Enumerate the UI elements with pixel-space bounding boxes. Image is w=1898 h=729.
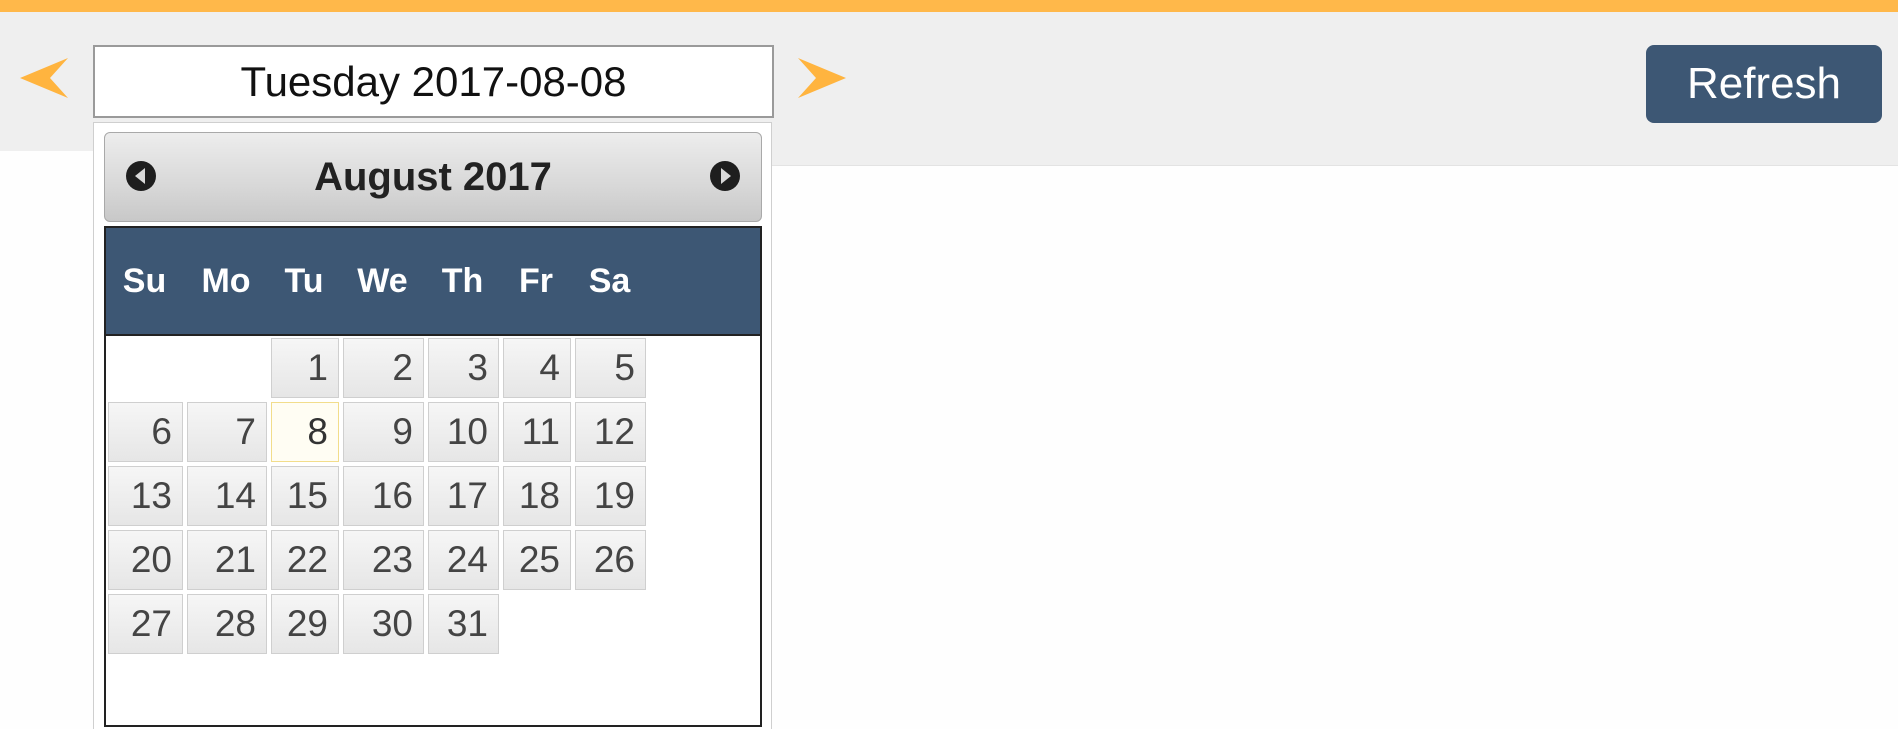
calendar-day-10[interactable]: 10 bbox=[428, 402, 499, 462]
calendar-day-22[interactable]: 22 bbox=[271, 530, 339, 590]
page: Refresh August 2017 SuMoTuWeThFrSa 12345… bbox=[0, 0, 1898, 729]
weekday-su: Su bbox=[122, 261, 167, 300]
calendar-day-14[interactable]: 14 bbox=[187, 466, 267, 526]
calendar-day-3[interactable]: 3 bbox=[428, 338, 499, 398]
weekday-header-row: Su Mo Tu We Th Fr Sa bbox=[106, 228, 760, 336]
date-input[interactable] bbox=[93, 45, 774, 118]
calendar-day-13[interactable]: 13 bbox=[108, 466, 183, 526]
calendar-day-26[interactable]: 26 bbox=[575, 530, 646, 590]
weekday-th: Th bbox=[441, 261, 484, 300]
calendar-day-5[interactable]: 5 bbox=[575, 338, 646, 398]
calendar-day-15[interactable]: 15 bbox=[271, 466, 339, 526]
calendar-day-17[interactable]: 17 bbox=[428, 466, 499, 526]
calendar-day-7[interactable]: 7 bbox=[187, 402, 267, 462]
calendar-day-28[interactable]: 28 bbox=[187, 594, 267, 654]
datepicker-header: August 2017 bbox=[104, 132, 762, 222]
datepicker-month-title: August 2017 bbox=[314, 154, 552, 199]
circle-arrow-right-icon[interactable] bbox=[709, 160, 741, 192]
calendar-day-30[interactable]: 30 bbox=[343, 594, 424, 654]
circle-arrow-left-icon[interactable] bbox=[125, 160, 157, 192]
calendar-day-4[interactable]: 4 bbox=[503, 338, 571, 398]
calendar-day-24[interactable]: 24 bbox=[428, 530, 499, 590]
arrow-left-icon[interactable] bbox=[20, 58, 68, 98]
calendar-day-29[interactable]: 29 bbox=[271, 594, 339, 654]
refresh-button[interactable]: Refresh bbox=[1646, 45, 1882, 123]
calendar-day-18[interactable]: 18 bbox=[503, 466, 571, 526]
calendar-day-31[interactable]: 31 bbox=[428, 594, 499, 654]
top-accent-bar bbox=[0, 0, 1898, 12]
datepicker-popup: August 2017 Su Mo Tu We Th Fr Sa 1 2 3 4 5 6 7 8 9 10 11… bbox=[93, 122, 772, 729]
calendar-day-23[interactable]: 23 bbox=[343, 530, 424, 590]
calendar-day-21[interactable]: 21 bbox=[187, 530, 267, 590]
datepicker-calendar: Su Mo Tu We Th Fr Sa 1 2 3 4 5 6 7 8 9 10 11 12 13 14 15 16 17… bbox=[104, 226, 762, 727]
weekday-we: We bbox=[357, 261, 408, 300]
weekday-fr: Fr bbox=[519, 261, 553, 300]
calendar-day-6[interactable]: 6 bbox=[108, 402, 183, 462]
calendar-day-9[interactable]: 9 bbox=[343, 402, 424, 462]
calendar-day-12[interactable]: 12 bbox=[575, 402, 646, 462]
arrow-right-icon[interactable] bbox=[798, 58, 846, 98]
toolbar-edge bbox=[770, 151, 1898, 166]
calendar-day-25[interactable]: 25 bbox=[503, 530, 571, 590]
calendar-day-20[interactable]: 20 bbox=[108, 530, 183, 590]
calendar-day-16[interactable]: 16 bbox=[343, 466, 424, 526]
weekday-tu: Tu bbox=[284, 261, 324, 300]
calendar-day-27[interactable]: 27 bbox=[108, 594, 183, 654]
weekday-sa: Sa bbox=[588, 261, 631, 300]
calendar-day-1[interactable]: 1 bbox=[271, 338, 339, 398]
calendar-day-2[interactable]: 2 bbox=[343, 338, 424, 398]
calendar-day-8[interactable]: 8 bbox=[271, 402, 339, 462]
calendar-day-19[interactable]: 19 bbox=[575, 466, 646, 526]
weekday-mo: Mo bbox=[201, 261, 251, 300]
calendar-day-11[interactable]: 11 bbox=[503, 402, 571, 462]
